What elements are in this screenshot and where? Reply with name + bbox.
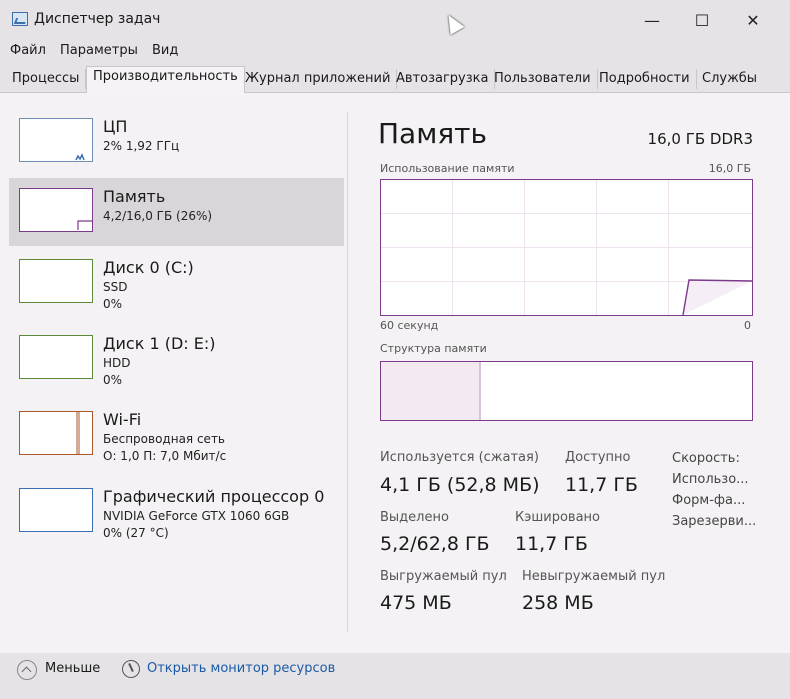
nonpaged-pool-value: 258 МБ bbox=[522, 592, 594, 614]
fewer-details-button[interactable]: Меньше bbox=[45, 661, 100, 676]
paged-pool-label: Выгружаемый пул bbox=[380, 569, 507, 584]
minimize-button[interactable]: — bbox=[632, 8, 672, 34]
task-manager-icon bbox=[12, 12, 28, 26]
memory-structure-modified bbox=[479, 362, 481, 420]
available-label: Доступно bbox=[565, 450, 631, 465]
gpu-usage: 0% (27 °C) bbox=[103, 526, 169, 540]
menu-view[interactable]: Вид bbox=[152, 43, 178, 58]
sidebar-item-disk1[interactable]: Диск 1 (D: E:) HDD 0% bbox=[19, 334, 349, 391]
gpu-label: Графический процессор 0 bbox=[103, 487, 325, 506]
nonpaged-pool-label: Невыгружаемый пул bbox=[522, 569, 666, 584]
gpu-model: NVIDIA GeForce GTX 1060 6GB bbox=[103, 509, 290, 523]
disk0-type: SSD bbox=[103, 280, 128, 294]
wifi-type: Беспроводная сеть bbox=[103, 432, 226, 446]
sidebar-item-gpu[interactable]: Графический процессор 0 NVIDIA GeForce G… bbox=[19, 487, 349, 544]
committed-label: Выделено bbox=[380, 510, 449, 525]
form-factor-label: Форм-фа... bbox=[672, 493, 746, 508]
memory-usage-line bbox=[682, 279, 752, 315]
disk1-type: HDD bbox=[103, 356, 131, 370]
speed-label: Скорость: bbox=[672, 451, 740, 466]
memory-structure-label: Структура памяти bbox=[380, 342, 487, 355]
menu-options[interactable]: Параметры bbox=[60, 43, 138, 58]
tab-startup[interactable]: Автозагрузка bbox=[390, 69, 496, 89]
memory-structure-used bbox=[381, 362, 480, 420]
sidebar-item-wifi[interactable]: Wi-Fi Беспроводная сеть О: 1,0 П: 7,0 Мб… bbox=[19, 410, 349, 467]
open-resource-monitor-link[interactable]: Открыть монитор ресурсов bbox=[147, 661, 335, 676]
maximize-button[interactable]: ☐ bbox=[682, 8, 722, 34]
available-value: 11,7 ГБ bbox=[565, 474, 638, 496]
panel-divider bbox=[347, 112, 348, 632]
resource-monitor-icon bbox=[122, 660, 140, 678]
graph-time-right: 0 bbox=[744, 319, 751, 332]
memory-usage: 4,2/16,0 ГБ (26%) bbox=[103, 209, 213, 223]
hardware-reserved-label: Зарезерви... bbox=[672, 514, 757, 529]
sidebar-item-memory[interactable]: Память 4,2/16,0 ГБ (26%) bbox=[19, 187, 349, 238]
in-use-value: 4,1 ГБ (52,8 МБ) bbox=[380, 474, 540, 496]
wifi-throughput: О: 1,0 П: 7,0 Мбит/с bbox=[103, 449, 227, 463]
disk0-thumbnail bbox=[19, 259, 93, 303]
disk1-label: Диск 1 (D: E:) bbox=[103, 334, 216, 353]
disk1-usage: 0% bbox=[103, 373, 123, 387]
memory-type: 16,0 ГБ DDR3 bbox=[647, 130, 753, 148]
sidebar-item-disk0[interactable]: Диск 0 (C:) SSD 0% bbox=[19, 258, 349, 315]
committed-value: 5,2/62,8 ГБ bbox=[380, 533, 490, 555]
tab-details[interactable]: Подробности bbox=[593, 69, 697, 89]
memory-thumbnail bbox=[19, 188, 93, 232]
close-button[interactable]: ✕ bbox=[733, 8, 773, 34]
memory-label: Память bbox=[103, 187, 166, 206]
gpu-thumbnail bbox=[19, 488, 93, 532]
tab-users[interactable]: Пользователи bbox=[488, 69, 598, 89]
window-title: Диспетчер задач bbox=[34, 11, 161, 27]
wifi-label: Wi-Fi bbox=[103, 410, 142, 429]
wifi-thumbnail bbox=[19, 411, 93, 455]
disk0-usage: 0% bbox=[103, 297, 123, 311]
tab-processes[interactable]: Процессы bbox=[6, 69, 87, 89]
tab-performance[interactable]: Производительность bbox=[86, 66, 245, 93]
in-use-label: Используется (сжатая) bbox=[380, 450, 539, 465]
memory-usage-graph bbox=[380, 179, 753, 316]
disk1-thumbnail bbox=[19, 335, 93, 379]
disk0-label: Диск 0 (C:) bbox=[103, 258, 194, 277]
tab-app-history[interactable]: Журнал приложений bbox=[239, 69, 398, 89]
tab-services[interactable]: Службы bbox=[696, 69, 763, 89]
footer-bar bbox=[0, 653, 790, 699]
memory-usage-max: 16,0 ГБ bbox=[708, 162, 751, 175]
paged-pool-value: 475 МБ bbox=[380, 592, 452, 614]
chevron-up-icon[interactable] bbox=[17, 660, 37, 680]
memory-structure-bar bbox=[380, 361, 753, 421]
cached-label: Кэшировано bbox=[515, 510, 600, 525]
slots-used-label: Использо... bbox=[672, 472, 749, 487]
cached-value: 11,7 ГБ bbox=[515, 533, 588, 555]
menu-file[interactable]: Файл bbox=[10, 43, 46, 58]
